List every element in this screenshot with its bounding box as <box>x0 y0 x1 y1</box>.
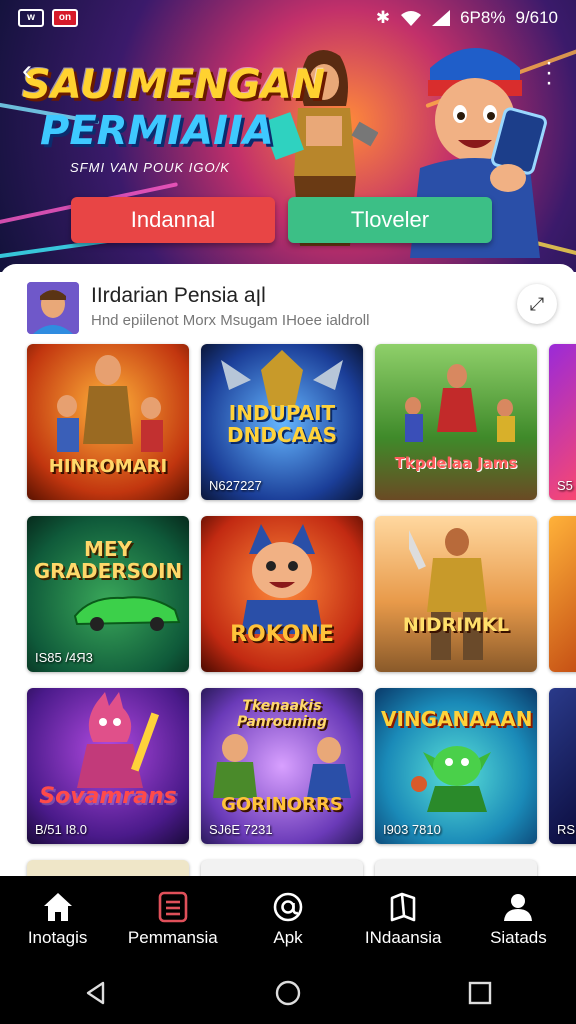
indannal-button[interactable]: Indannal <box>71 197 275 243</box>
wifi-icon <box>401 11 422 26</box>
person-icon <box>504 894 533 921</box>
hero-banner: ‹ · · · SAUIMENGAN PERMIAIIA SFMI VAN POUK… <box>0 0 576 272</box>
tile-art <box>409 526 487 660</box>
game-tile[interactable]: Tkpdelaa Jams <box>375 344 537 500</box>
nav-item-siatads[interactable]: Siatads <box>461 876 576 962</box>
nav-item-apk[interactable]: Apk <box>230 876 345 962</box>
tile-caption: IS85 /4Я3 <box>35 650 93 665</box>
car-art <box>73 596 181 631</box>
hero-title: SAUIMENGAN PERMIAIIA <box>22 62 325 154</box>
tile-caption: B/51 I8.0 <box>35 822 88 837</box>
game-tile[interactable]: Sovamrans B/51 I8.0 <box>27 688 189 844</box>
game-tile[interactable]: NIDRIMKL <box>375 516 537 672</box>
nav-label: Inotagis <box>27 928 88 947</box>
tile-title: Sovamrans <box>39 784 177 809</box>
game-tile[interactable]: ROKONE <box>201 516 363 672</box>
game-tile[interactable] <box>549 516 576 672</box>
tile-title: INDUPAIT DNDCAAS <box>227 401 337 447</box>
tile-art <box>213 734 351 798</box>
nav-label: Apk <box>273 928 303 947</box>
tile-art <box>405 364 515 442</box>
game-tile[interactable]: VINGANAAAN I903 7810 <box>375 688 537 844</box>
app-avatar[interactable] <box>27 282 79 334</box>
game-tile[interactable]: HINROMARI <box>27 344 189 500</box>
recents-square-icon[interactable] <box>467 980 493 1006</box>
list-icon <box>158 891 188 923</box>
tile-art <box>77 692 160 788</box>
tile-title: VINGANAAAN <box>381 707 533 731</box>
hero-title-line2: PERMIAIIA <box>40 108 274 154</box>
tile-title: MEY GRADERSOIN <box>33 537 183 583</box>
app-description: Hnd epiilenot Morx Msugam IHoee ialdroll <box>91 312 370 329</box>
more-options-icon[interactable]: · · · <box>544 51 554 95</box>
status-bar: w on ✱ 6P8% 9/610 <box>0 0 576 36</box>
tile-title: GORINORRS <box>221 794 343 815</box>
tile-title: HINROMARI <box>48 456 168 477</box>
signal-icon <box>432 10 451 26</box>
notification-icon: w <box>18 9 44 27</box>
tile-caption: I903 7810 <box>383 822 441 837</box>
game-tile[interactable]: MEY GRADERSOIN IS85 /4Я3 <box>27 516 189 672</box>
tile-title: Tkpdelaa Jams <box>394 454 518 472</box>
back-button[interactable]: ‹ <box>22 56 52 86</box>
game-tile[interactable]: Tkenaakis Panrouning GORINORRS SJ6E 7231 <box>201 688 363 844</box>
nav-item-pemmansia[interactable]: Pemmansia <box>115 876 230 962</box>
system-navigation-bar <box>0 962 576 1024</box>
back-triangle-icon[interactable] <box>83 980 109 1006</box>
app-name: IIrdarian Pensia aןl <box>91 284 266 307</box>
tile-caption: RS <box>557 822 576 837</box>
game-tile[interactable] <box>375 860 537 876</box>
tile-title: ROKONE <box>230 622 334 647</box>
tile-caption: S5 <box>557 478 573 493</box>
goblin-art <box>411 746 491 812</box>
nav-item-inotagis[interactable]: Inotagis <box>0 876 115 962</box>
bottom-navigation: Inotagis Pemmansia Apk INdaansia Siatads <box>0 876 576 962</box>
hero-title-line1: SAUIMENGAN <box>22 62 326 108</box>
tile-art <box>241 524 323 634</box>
app-screen: ‹ · · · SAUIMENGAN PERMIAIIA SFMI VAN POUK… <box>0 0 576 1024</box>
game-tile[interactable] <box>27 860 189 876</box>
hero-subtitle: SFMI VAN POUK IGO/K <box>70 160 230 175</box>
home-circle-icon[interactable] <box>274 979 302 1007</box>
game-tile[interactable]: INDUPAIT DNDCAAS N627227 <box>201 344 363 500</box>
at-icon <box>273 892 303 922</box>
expand-icon[interactable]: ⤢ <box>517 284 557 324</box>
app-header: IIrdarian Pensia aןl Hnd epiilenot Morx … <box>27 282 557 336</box>
content-sheet: IIrdarian Pensia aןl Hnd epiilenot Morx … <box>0 264 576 876</box>
app-notification-icon: on <box>52 9 78 27</box>
game-tile[interactable]: RS <box>549 688 576 844</box>
tile-title: NIDRIMKL <box>402 614 510 636</box>
tile-caption: SJ6E 7231 <box>209 822 273 837</box>
book-icon <box>390 892 416 922</box>
nav-label: INdaansia <box>364 928 442 947</box>
battery-text: 6P8% <box>460 8 506 27</box>
home-icon <box>43 893 72 921</box>
tile-caption: N627227 <box>209 478 262 493</box>
game-tile[interactable]: S5 <box>549 344 576 500</box>
tile-top-text: Tkenaakis Panrouning <box>236 698 328 730</box>
nav-item-indaansia[interactable]: INdaansia <box>346 876 461 962</box>
game-tile[interactable] <box>201 860 363 876</box>
bluetooth-icon: ✱ <box>375 8 391 27</box>
tloveler-button[interactable]: Tloveler <box>288 197 492 243</box>
nav-label: Siatads <box>490 928 547 947</box>
nav-label: Pemmansia <box>127 928 218 947</box>
tile-art <box>57 355 163 452</box>
clock: 9/610 <box>515 8 558 27</box>
